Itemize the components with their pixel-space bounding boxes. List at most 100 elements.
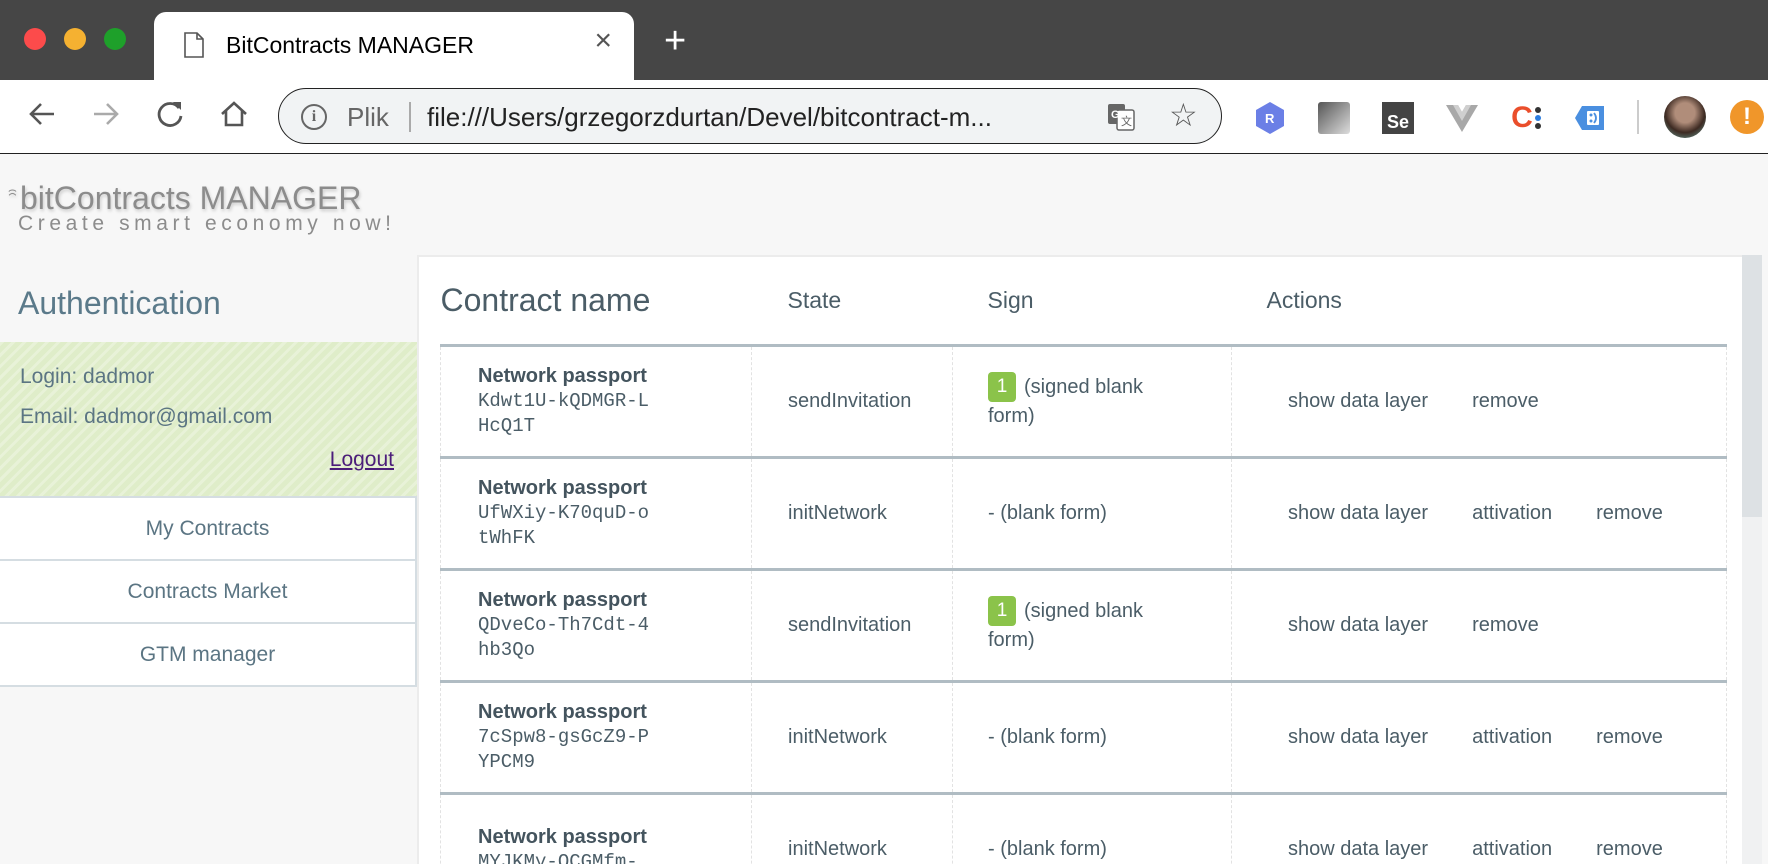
minimize-window-button[interactable] <box>64 28 86 50</box>
user-info-panel: Login: dadmor Email: dadmor@gmail.com Lo… <box>0 342 417 498</box>
contract-state: initNetwork <box>751 681 953 795</box>
app-title: bitContracts MANAGER <box>20 180 362 216</box>
home-button[interactable] <box>214 94 254 134</box>
sidebar-item-contracts-market[interactable]: Contracts Market <box>0 561 417 624</box>
show-data-layer-action[interactable]: show data layer <box>1288 502 1428 525</box>
login-text: Login: dadmor <box>20 365 155 388</box>
contract-cell: Network passport Kdwt1U-kQDMGR-LHcQ1T <box>440 345 752 459</box>
address-divider <box>409 102 411 132</box>
bookmark-star-icon[interactable]: ☆ <box>1169 99 1198 131</box>
extension-r-button[interactable]: R <box>1252 100 1288 136</box>
remove-action[interactable]: remove <box>1596 502 1663 525</box>
reload-button[interactable] <box>150 94 190 134</box>
header-contract-name: Contract name <box>440 257 752 347</box>
extension-c-button[interactable]: C <box>1508 100 1544 136</box>
remove-action[interactable]: remove <box>1596 726 1663 749</box>
page: ꩰbitContracts MANAGER Create smart econo… <box>0 154 1768 864</box>
attivation-action[interactable]: attivation <box>1472 502 1552 525</box>
reload-icon <box>157 102 183 127</box>
contracts-panel: Contract name State Sign Actions Network… <box>417 255 1742 864</box>
gradient-square-icon <box>1318 102 1350 134</box>
header-actions: Actions <box>1231 257 1727 347</box>
svg-text:文: 文 <box>1121 114 1132 128</box>
contract-id: QDveCo-Th7Cdt-4hb3Qo <box>478 614 650 661</box>
back-button[interactable] <box>22 94 62 134</box>
browser-toolbar: i Plik file:///Users/grzegorzdurtan/Deve… <box>0 80 1768 154</box>
show-data-layer-action[interactable]: show data layer <box>1288 838 1428 861</box>
contract-cell: Network passport MYJKMy-OCGMfm- <box>440 793 752 864</box>
sign-text: - (blank form) <box>988 837 1107 860</box>
logout-link[interactable]: Logout <box>330 448 394 472</box>
document-icon <box>184 32 204 58</box>
attivation-action[interactable]: attivation <box>1472 838 1552 861</box>
r-hexagon-icon: R <box>1256 102 1284 134</box>
home-icon <box>221 101 247 127</box>
actions-cell: show data layer remove <box>1231 345 1727 459</box>
sign-cell: - (blank form) <box>952 457 1232 571</box>
show-data-layer-action[interactable]: show data layer <box>1288 614 1428 637</box>
contract-state: initNetwork <box>751 793 953 864</box>
url-text[interactable]: file:///Users/grzegorzdurtan/Devel/bitco… <box>427 102 992 133</box>
attivation-action[interactable]: attivation <box>1472 726 1552 749</box>
contracts-table: Contract name State Sign Actions Network… <box>440 257 1727 864</box>
table-row: Network passport MYJKMy-OCGMfm- initNetw… <box>440 793 1727 864</box>
extension-vue-button[interactable] <box>1444 100 1480 136</box>
actions-cell: show data layer attivation remove <box>1231 681 1727 795</box>
table-row: Network passport UfWXiy-K70quD-otWhFK in… <box>440 457 1727 571</box>
signature-count-badge: 1 <box>988 371 1016 402</box>
new-tab-button[interactable]: + <box>664 22 686 60</box>
translate-icon[interactable]: G 文 <box>1107 103 1135 131</box>
show-data-layer-action[interactable]: show data layer <box>1288 390 1428 413</box>
table-header-row: Contract name State Sign Actions <box>440 257 1727 347</box>
contract-name: Network passport <box>478 701 647 723</box>
browser-tab-strip: BitContracts MANAGER × + <box>0 0 1768 80</box>
alert-icon[interactable]: ! <box>1730 100 1764 134</box>
selenium-ide-icon: Se <box>1382 102 1414 134</box>
table-row: Network passport 7cSpw8-gsGcZ9-PYPCM9 in… <box>440 681 1727 795</box>
svg-text:R: R <box>1265 111 1275 126</box>
actions-cell: show data layer attivation remove <box>1231 457 1727 571</box>
toolbar-divider <box>1637 100 1639 134</box>
browser-tab[interactable]: BitContracts MANAGER × <box>154 12 634 80</box>
contract-id: MYJKMy-OCGMfm- <box>478 850 638 864</box>
table-row: Network passport Kdwt1U-kQDMGR-LHcQ1T se… <box>440 345 1727 459</box>
info-icon[interactable]: i <box>301 104 327 130</box>
contract-id: 7cSpw8-gsGcZ9-PYPCM9 <box>478 726 650 773</box>
forward-button[interactable] <box>86 94 126 134</box>
maximize-window-button[interactable] <box>104 28 126 50</box>
app-tagline: Create smart economy now! <box>18 212 396 235</box>
scrollbar-thumb[interactable] <box>1742 255 1762 517</box>
sign-cell: 1 (signed blank form) <box>952 569 1232 683</box>
svg-text:G: G <box>1111 109 1120 121</box>
remove-action[interactable]: remove <box>1472 614 1539 637</box>
arrow-right-icon <box>94 103 119 125</box>
contract-name: Network passport <box>478 365 647 387</box>
scheme-label: Plik <box>347 102 389 132</box>
extension-selenium-button[interactable]: Se <box>1380 100 1416 136</box>
sign-cell: - (blank form) <box>952 793 1232 864</box>
remove-action[interactable]: remove <box>1596 838 1663 861</box>
sidebar-item-my-contracts[interactable]: My Contracts <box>0 498 417 561</box>
close-tab-icon[interactable]: × <box>594 26 612 56</box>
contract-name: Network passport <box>478 589 647 611</box>
signature-count-badge: 1 <box>988 595 1016 626</box>
auth-heading: Authentication <box>18 285 221 321</box>
vue-devtools-icon <box>1446 105 1478 132</box>
c-dots-icon: C <box>1511 103 1541 133</box>
contract-name: Network passport <box>478 825 647 848</box>
extension-gradient-button[interactable] <box>1316 100 1352 136</box>
close-window-button[interactable] <box>24 28 46 50</box>
table-row: Network passport QDveCo-Th7Cdt-4hb3Qo se… <box>440 569 1727 683</box>
tag-assistant-icon <box>1575 106 1604 130</box>
sign-text: - (blank form) <box>988 725 1107 748</box>
actions-cell: show data layer attivation remove <box>1231 793 1727 864</box>
contract-state: sendInvitation <box>751 345 953 459</box>
address-bar[interactable]: i Plik file:///Users/grzegorzdurtan/Deve… <box>278 88 1222 144</box>
remove-action[interactable]: remove <box>1472 390 1539 413</box>
show-data-layer-action[interactable]: show data layer <box>1288 726 1428 749</box>
extension-tag-assistant-button[interactable] <box>1572 100 1608 136</box>
email-text: Email: dadmor@gmail.com <box>20 405 273 428</box>
sign-cell: - (blank form) <box>952 681 1232 795</box>
profile-avatar[interactable] <box>1664 96 1706 138</box>
sidebar-item-gtm-manager[interactable]: GTM manager <box>0 624 417 687</box>
